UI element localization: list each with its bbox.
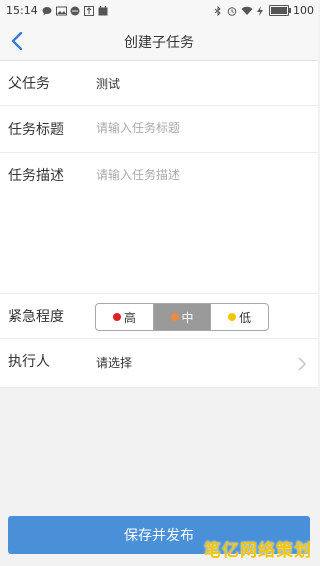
- urgency-label: 紧急程度: [8, 309, 64, 325]
- urgency-row: 紧急程度 高 中 低: [0, 294, 318, 339]
- parent-task-label: 父任务: [8, 76, 50, 92]
- battery-icon: [269, 5, 291, 16]
- parent-task-row: 父任务 测试: [0, 61, 318, 106]
- status-battery: 100: [293, 4, 314, 17]
- yellow-dot-icon: [228, 313, 237, 321]
- task-title-label: 任务标题: [8, 122, 64, 138]
- alarm-icon: [227, 6, 237, 16]
- task-desc-row: 任务描述: [0, 153, 318, 294]
- task-desc-input[interactable]: [94, 164, 308, 228]
- urgency-option-label: 中: [181, 310, 194, 325]
- screen: 15:14 100 创建子任务 父任务 测试 任务标题 请输入任务标题 任务描述…: [0, 0, 318, 566]
- task-title-row: 任务标题: [0, 106, 318, 153]
- task-title-input[interactable]: [94, 119, 308, 137]
- status-bar: 15:14 100: [0, 0, 318, 22]
- urgency-option-high[interactable]: 高: [96, 304, 154, 330]
- nav-bar: 创建子任务: [0, 22, 318, 61]
- chat-icon: [42, 6, 52, 16]
- image-icon: [55, 6, 67, 16]
- usb-icon: [83, 5, 94, 16]
- parent-task-value: 测试: [96, 77, 121, 91]
- wifi-icon: [241, 6, 253, 16]
- assignee-row[interactable]: 执行人 请选择: [0, 339, 318, 388]
- urgency-option-label: 高: [123, 310, 136, 325]
- urgency-selector: 高 中 低: [95, 303, 269, 331]
- assignee-label: 执行人: [8, 354, 50, 370]
- charging-icon: [255, 5, 265, 16]
- message-icon: [70, 6, 80, 16]
- chevron-right-icon: [298, 357, 306, 371]
- page-title: 创建子任务: [124, 35, 194, 51]
- red-dot-icon: [112, 313, 121, 321]
- bluetooth-icon: [213, 5, 223, 16]
- status-right: 100: [213, 4, 314, 17]
- calendar-icon: [98, 5, 108, 16]
- task-desc-label: 任务描述: [8, 168, 64, 184]
- urgency-option-low[interactable]: 低: [211, 304, 268, 330]
- assignee-value: 请选择: [96, 356, 133, 370]
- urgency-option-label: 低: [239, 310, 252, 325]
- orange-dot-icon: [170, 313, 179, 321]
- subtask-form: 父任务 测试 任务标题 任务描述 紧急程度 高 中: [0, 61, 318, 388]
- watermark: 笔亿网络策划: [204, 541, 312, 561]
- status-time: 15:14: [6, 4, 38, 17]
- urgency-option-medium[interactable]: 中: [153, 304, 212, 330]
- status-left: 15:14: [6, 4, 108, 17]
